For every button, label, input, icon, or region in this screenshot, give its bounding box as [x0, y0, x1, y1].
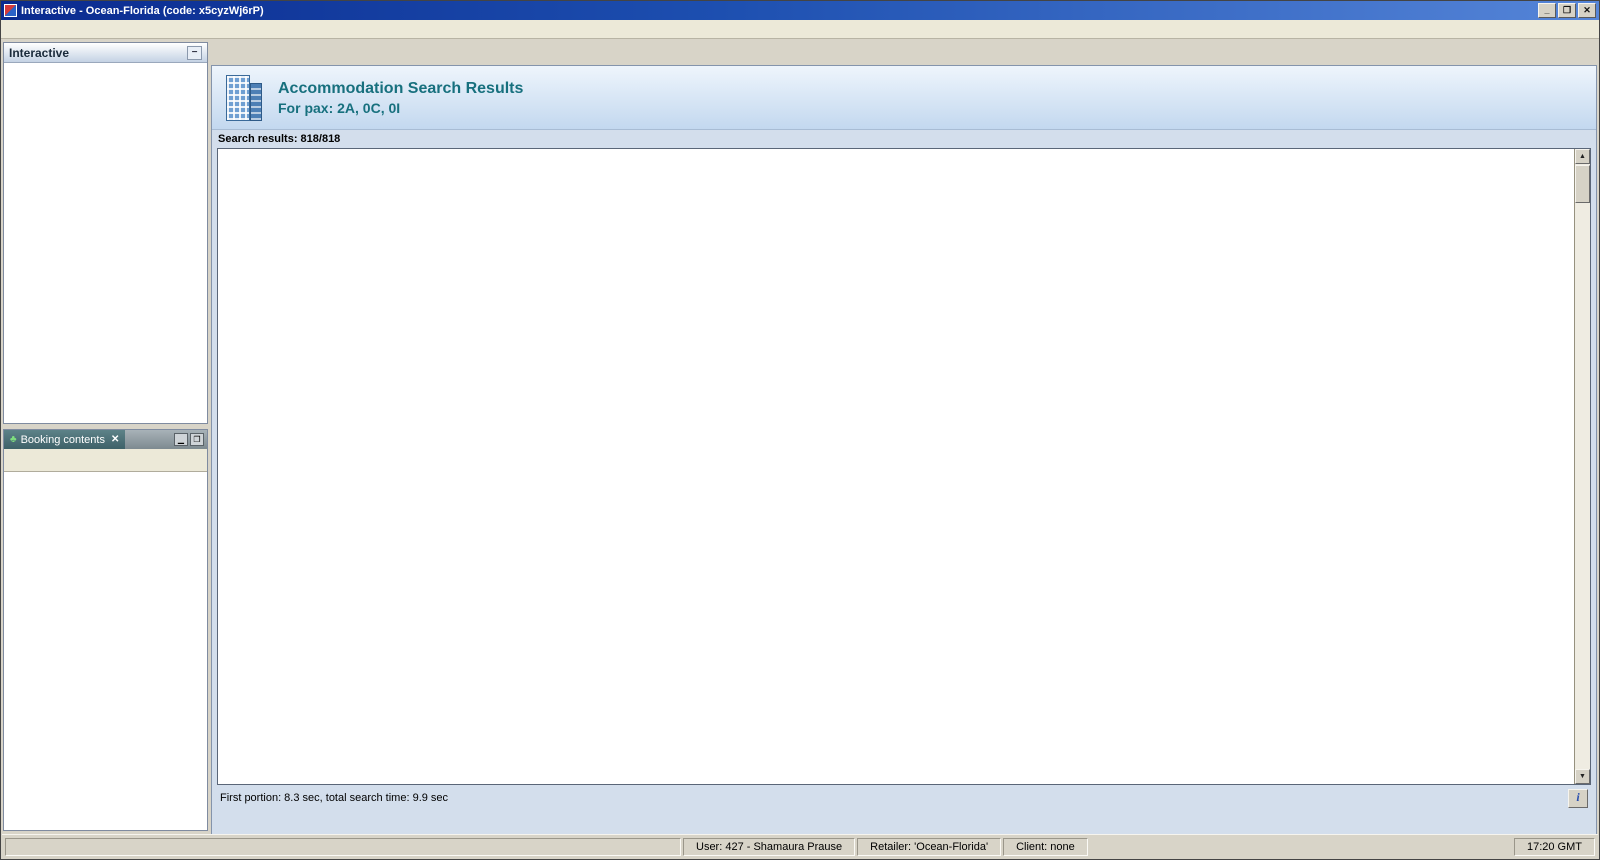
- results-footer: First portion: 8.3 sec, total search tim…: [212, 785, 1596, 811]
- bottom-tab-bar: [212, 811, 1596, 831]
- status-bar: User: 427 - Shamaura Prause Retailer: 'O…: [2, 834, 1598, 858]
- table-header-row: [218, 149, 1574, 166]
- building-icon: [224, 74, 264, 121]
- info-button[interactable]: i: [1568, 788, 1588, 808]
- search-results-count: Search results: 818/818: [218, 133, 341, 145]
- results-header-band: Accommodation Search Results For pax: 2A…: [212, 66, 1596, 130]
- document-frame: Accommodation Search Results For pax: 2A…: [211, 65, 1597, 835]
- booking-contents-title: Booking contents: [20, 433, 105, 446]
- scroll-down-icon[interactable]: ▼: [1575, 769, 1590, 784]
- scrollbar-thumb[interactable]: [1575, 165, 1590, 203]
- page-title: Accommodation Search Results: [278, 79, 524, 97]
- booking-contents-toolbar: [4, 449, 207, 472]
- booking-panel-minimize-button[interactable]: ▁: [174, 433, 188, 446]
- panel-collapse-button[interactable]: −: [187, 45, 202, 60]
- status-retailer: Retailer: 'Ocean-Florida': [857, 837, 1002, 856]
- table-body: [218, 166, 1574, 784]
- title-bar[interactable]: Interactive - Ocean-Florida (code: x5cyz…: [1, 1, 1599, 20]
- page-subtitle: For pax: 2A, 0C, 0I: [278, 99, 401, 116]
- table-vertical-scrollbar[interactable]: ▲ ▼: [1574, 149, 1590, 784]
- minimize-button[interactable]: _: [1538, 3, 1556, 18]
- restore-button[interactable]: ❐: [1558, 3, 1576, 18]
- app-icon: [4, 4, 17, 17]
- navigation-tree: [4, 63, 207, 423]
- status-lead-cell: [5, 837, 681, 856]
- navigation-panel: Interactive −: [3, 42, 208, 424]
- navigation-panel-title: Interactive: [9, 45, 70, 60]
- booking-contents-icon: ♣: [10, 434, 17, 445]
- scroll-up-icon[interactable]: ▲: [1575, 149, 1590, 164]
- app-window: Interactive - Ocean-Florida (code: x5cyz…: [0, 0, 1600, 860]
- booking-contents-close-icon[interactable]: ✕: [111, 434, 119, 445]
- window-title: Interactive - Ocean-Florida (code: x5cyz…: [21, 4, 264, 17]
- app-body: Interactive − ♣ Booking contents ✕ ▁ ❐ A…: [1, 39, 1599, 859]
- menu-bar: [1, 20, 1599, 39]
- booking-contents-tab[interactable]: ♣ Booking contents ✕: [4, 430, 126, 449]
- left-column: Interactive − ♣ Booking contents ✕ ▁ ❐: [3, 42, 208, 835]
- booking-panel-restore-button[interactable]: ❐: [190, 433, 204, 446]
- results-table: ▲ ▼: [217, 148, 1591, 785]
- status-client: Client: none: [1003, 837, 1088, 856]
- search-timing-text: First portion: 8.3 sec, total search tim…: [220, 792, 449, 804]
- booking-contents-header: ♣ Booking contents ✕ ▁ ❐: [4, 430, 207, 449]
- booking-contents-panel: ♣ Booking contents ✕ ▁ ❐: [3, 429, 208, 831]
- status-user: User: 427 - Shamaura Prause: [683, 837, 856, 856]
- navigation-panel-header: Interactive −: [4, 43, 207, 63]
- document-tab-bar: [211, 42, 1597, 65]
- status-time: 17:20 GMT: [1513, 837, 1595, 856]
- booking-contents-list: [4, 472, 207, 830]
- close-button[interactable]: ✕: [1578, 3, 1596, 18]
- main-area: Accommodation Search Results For pax: 2A…: [211, 42, 1597, 835]
